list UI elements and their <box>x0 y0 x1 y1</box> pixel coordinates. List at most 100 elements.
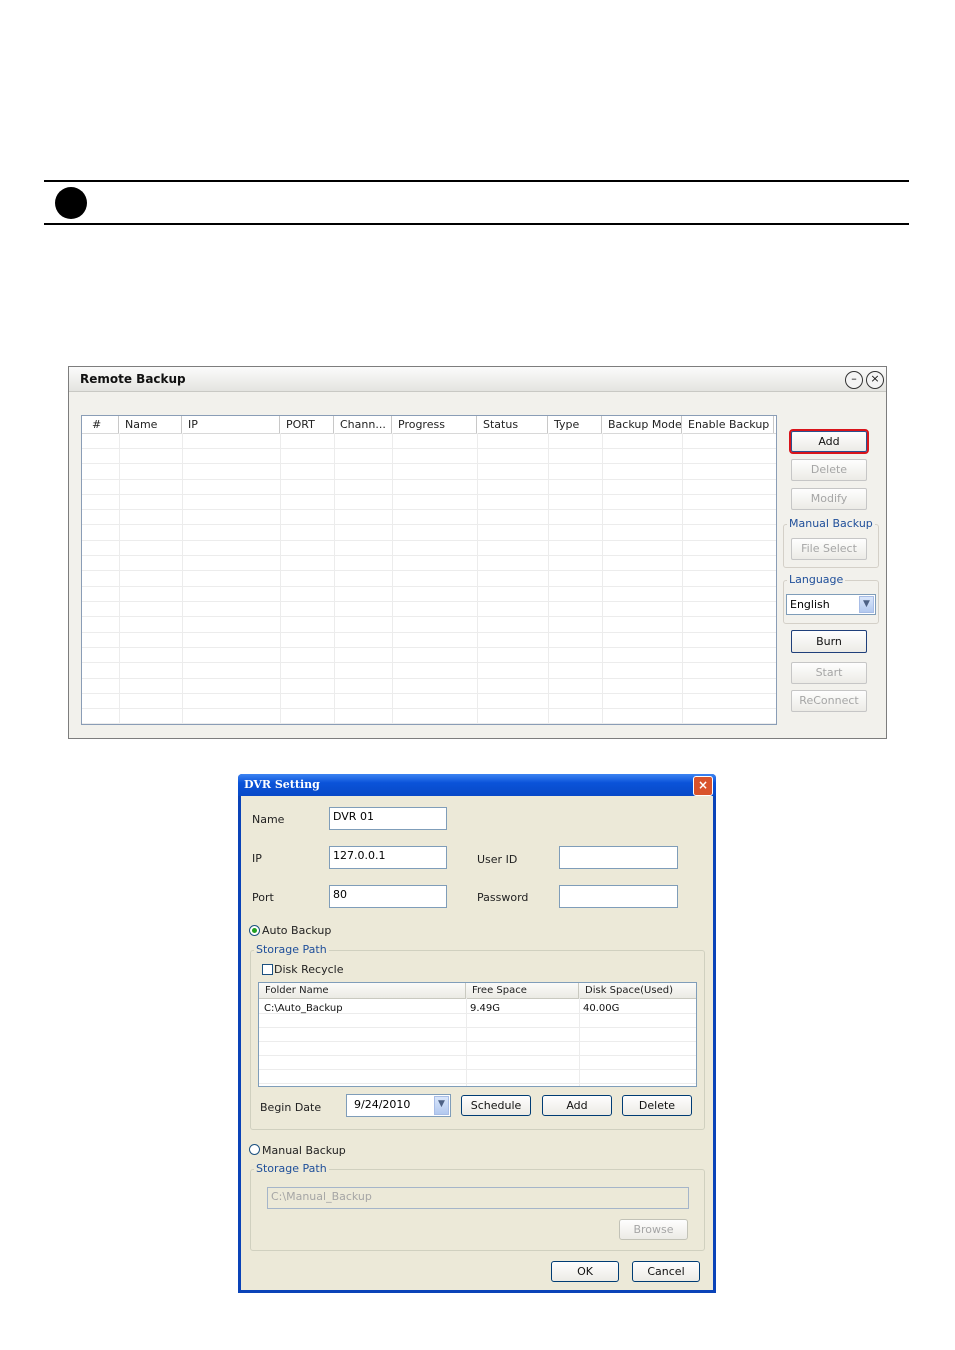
begin-date-label: Begin Date <box>260 1101 322 1114</box>
grid-column-line <box>392 433 393 724</box>
disk-recycle-label[interactable]: Disk Recycle <box>274 963 343 976</box>
language-group-label: Language <box>787 573 846 586</box>
password-input[interactable] <box>559 885 678 908</box>
manual-storage-path-label: Storage Path <box>254 1162 329 1175</box>
auto-storage-path-label: Storage Path <box>254 943 329 956</box>
reconnect-button[interactable]: ReConnect <box>791 690 867 712</box>
bullet-icon <box>55 187 87 219</box>
disk-space-cell: 40.00G <box>583 1003 620 1014</box>
dvr-setting-body: Name DVR 01 IP 127.0.0.1 User ID Port 80… <box>241 796 713 1290</box>
grid-row-line <box>82 693 776 694</box>
column-header-ip[interactable]: IP <box>182 416 280 433</box>
grid-row-line <box>82 448 776 449</box>
column-header-free-space[interactable]: Free Space <box>466 983 579 998</box>
storage-folder-table[interactable]: Folder Name Free Space Disk Space(Used) … <box>258 982 697 1087</box>
close-icon[interactable]: × <box>693 776 713 796</box>
grid-row-line <box>82 463 776 464</box>
column-header-port[interactable]: PORT <box>280 416 334 433</box>
grid-row-line <box>82 586 776 587</box>
grid-row-line <box>82 616 776 617</box>
table-column-line <box>579 998 580 1086</box>
grid-column-line <box>548 433 549 724</box>
schedule-button[interactable]: Schedule <box>461 1095 531 1116</box>
table-row-line <box>259 1069 696 1070</box>
grid-row-line <box>82 479 776 480</box>
dvr-setting-title: DVR Setting <box>244 778 320 791</box>
password-label: Password <box>477 891 529 904</box>
manual-backup-group-label: Manual Backup <box>787 517 875 530</box>
top-rule <box>44 180 909 182</box>
delete-button[interactable]: Delete <box>791 459 867 481</box>
grid-column-line <box>182 433 183 724</box>
grid-row-line <box>82 632 776 633</box>
user-id-label: User ID <box>477 853 518 866</box>
grid-row-line <box>82 524 776 525</box>
browse-button[interactable]: Browse <box>619 1219 688 1240</box>
column-header-channel[interactable]: Chann... <box>334 416 392 433</box>
burn-button[interactable]: Burn <box>791 630 867 653</box>
column-header-folder-name[interactable]: Folder Name <box>259 983 466 998</box>
dvr-setting-titlebar: DVR Setting × <box>238 774 716 796</box>
remote-backup-window: Remote Backup – × # Name IP PORT Chann..… <box>68 366 887 739</box>
dvr-setting-dialog: DVR Setting × Name DVR 01 IP 127.0.0.1 U… <box>238 774 716 1293</box>
modify-button[interactable]: Modify <box>791 488 867 510</box>
auto-backup-radio[interactable] <box>249 925 260 936</box>
remote-backup-titlebar: Remote Backup – × <box>69 367 886 392</box>
close-icon[interactable]: × <box>866 371 884 389</box>
folder-name-cell: C:\Auto_Backup <box>264 1003 343 1014</box>
manual-backup-label[interactable]: Manual Backup <box>262 1144 346 1157</box>
grid-column-line <box>477 433 478 724</box>
column-header-type[interactable]: Type <box>548 416 602 433</box>
begin-date-picker[interactable]: 9/24/2010 ▼ <box>346 1094 451 1117</box>
minimize-icon[interactable]: – <box>845 371 863 389</box>
storage-folder-header: Folder Name Free Space Disk Space(Used) <box>259 983 696 999</box>
chevron-down-icon[interactable]: ▼ <box>859 596 874 613</box>
add-folder-button[interactable]: Add <box>542 1095 612 1116</box>
ip-input[interactable]: 127.0.0.1 <box>329 846 447 869</box>
column-header-enable-backup[interactable]: Enable Backup <box>682 416 774 433</box>
ok-button[interactable]: OK <box>551 1261 619 1282</box>
free-space-cell: 9.49G <box>470 1003 501 1014</box>
begin-date-value: 9/24/2010 <box>354 1098 411 1111</box>
table-row-line <box>259 1055 696 1056</box>
grid-column-line <box>602 433 603 724</box>
backup-list-header: # Name IP PORT Chann... Progress Status … <box>82 416 776 434</box>
auto-backup-label[interactable]: Auto Backup <box>262 924 331 937</box>
grid-column-line <box>682 433 683 724</box>
port-input[interactable]: 80 <box>329 885 447 908</box>
table-row-line <box>259 1083 696 1084</box>
start-button[interactable]: Start <box>791 662 867 684</box>
file-select-button[interactable]: File Select <box>791 538 867 560</box>
cancel-button[interactable]: Cancel <box>632 1261 700 1282</box>
user-id-input[interactable] <box>559 846 678 869</box>
grid-row-line <box>82 540 776 541</box>
disk-recycle-checkbox[interactable] <box>262 964 273 975</box>
column-header-backup-mode[interactable]: Backup Mode <box>602 416 682 433</box>
bottom-rule <box>44 223 909 225</box>
grid-row-line <box>82 708 776 709</box>
column-header-name[interactable]: Name <box>119 416 182 433</box>
column-header-status[interactable]: Status <box>477 416 548 433</box>
grid-row-line <box>82 662 776 663</box>
grid-row-line <box>82 509 776 510</box>
manual-backup-radio[interactable] <box>249 1144 260 1155</box>
column-header-number[interactable]: # <box>82 416 119 433</box>
language-select[interactable]: English ▼ <box>786 594 876 615</box>
ip-label: IP <box>252 852 262 865</box>
delete-folder-button[interactable]: Delete <box>622 1095 692 1116</box>
add-button[interactable]: Add <box>789 429 869 454</box>
backup-list-table[interactable]: # Name IP PORT Chann... Progress Status … <box>81 415 777 725</box>
column-header-disk-space[interactable]: Disk Space(Used) <box>579 983 696 998</box>
port-label: Port <box>252 891 274 904</box>
manual-path-input[interactable]: C:\Manual_Backup <box>267 1187 689 1209</box>
column-header-progress[interactable]: Progress <box>392 416 477 433</box>
name-input[interactable]: DVR 01 <box>329 807 447 830</box>
table-row-line <box>259 1041 696 1042</box>
grid-row-line <box>82 678 776 679</box>
chevron-down-icon[interactable]: ▼ <box>434 1096 449 1115</box>
language-select-value: English <box>790 598 830 611</box>
grid-row-line <box>82 494 776 495</box>
grid-row-line <box>82 555 776 556</box>
grid-row-line <box>82 601 776 602</box>
grid-row-line <box>82 647 776 648</box>
